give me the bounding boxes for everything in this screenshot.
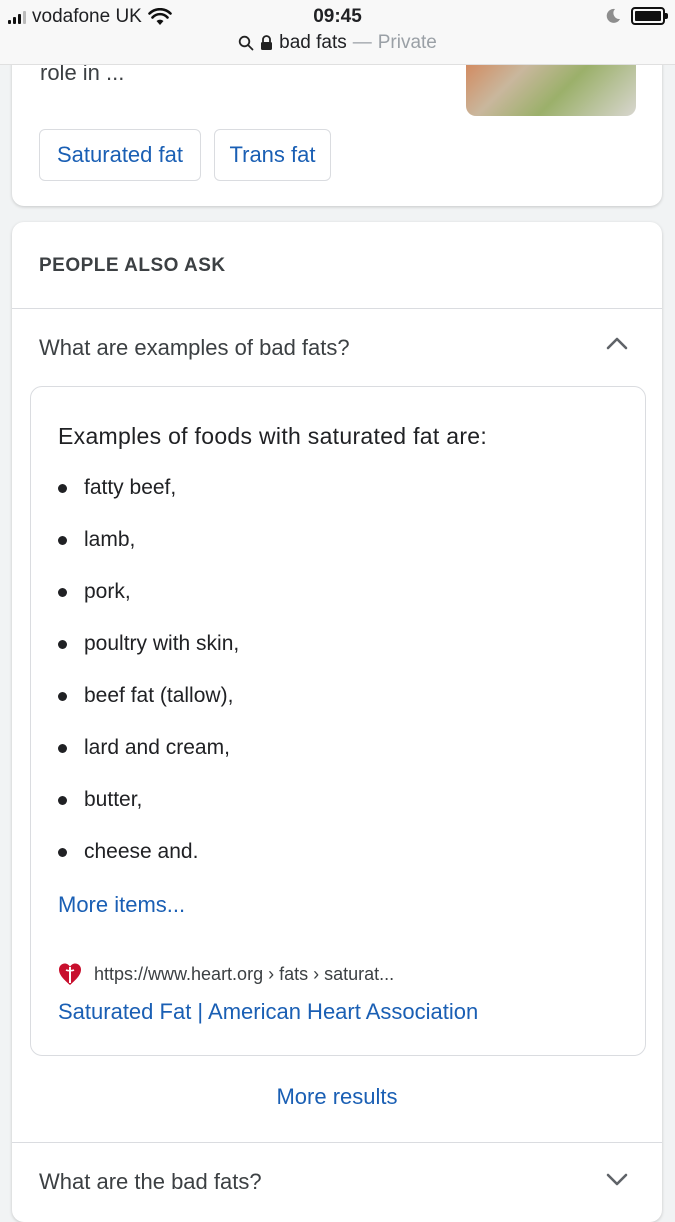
chip-trans-fat[interactable]: Trans fat [214, 129, 331, 181]
heart-torch-logo-icon [59, 963, 81, 985]
source-url: https://www.heart.org › fats › saturat..… [94, 963, 395, 984]
url-query: bad fats [279, 32, 347, 53]
chip-saturated-fat[interactable]: Saturated fat [39, 129, 201, 181]
answer-panel: Examples of foods with saturated fat are… [30, 386, 646, 1056]
chevron-up-icon[interactable] [606, 336, 628, 350]
divider [12, 1142, 662, 1143]
source-title-link[interactable]: Saturated Fat | American Heart Associati… [58, 999, 478, 1025]
lock-icon [261, 35, 273, 50]
question-1[interactable]: What are examples of bad fats? [39, 335, 350, 361]
chevron-down-icon[interactable] [606, 1173, 628, 1187]
address-bar[interactable]: bad fats — Private [0, 32, 675, 54]
question-2[interactable]: What are the bad fats? [39, 1169, 262, 1195]
answer-title: Examples of foods with saturated fat are… [58, 423, 488, 449]
people-also-ask-card: PEOPLE ALSO ASK What are examples of bad… [12, 222, 662, 1222]
more-items-link[interactable]: More items... [58, 892, 185, 918]
moon-icon [606, 8, 620, 23]
list-item: lard and cream, [58, 731, 239, 783]
status-bar: vodafone UK 09:45 bad fats — Private [0, 0, 675, 65]
paa-heading: PEOPLE ALSO ASK [39, 255, 226, 276]
list-item: fatty beef, [58, 471, 239, 523]
clock: 09:45 [313, 6, 362, 27]
list-item: beef fat (tallow), [58, 679, 239, 731]
status-icons [605, 7, 668, 25]
private-mode-label: Private [377, 32, 437, 53]
list-item: cheese and. [58, 835, 239, 887]
list-item: poultry with skin, [58, 627, 239, 679]
url-separator: — [352, 32, 372, 53]
answer-list: fatty beef, lamb, pork, poultry with ski… [58, 471, 239, 887]
list-item: lamb, [58, 523, 239, 575]
source-row[interactable]: https://www.heart.org › fats › saturat..… [58, 961, 394, 987]
battery-icon [631, 7, 668, 25]
divider [12, 308, 662, 309]
search-icon [238, 35, 254, 51]
list-item: pork, [58, 575, 239, 627]
list-item: butter, [58, 783, 239, 835]
more-results-link[interactable]: More results [12, 1084, 662, 1110]
